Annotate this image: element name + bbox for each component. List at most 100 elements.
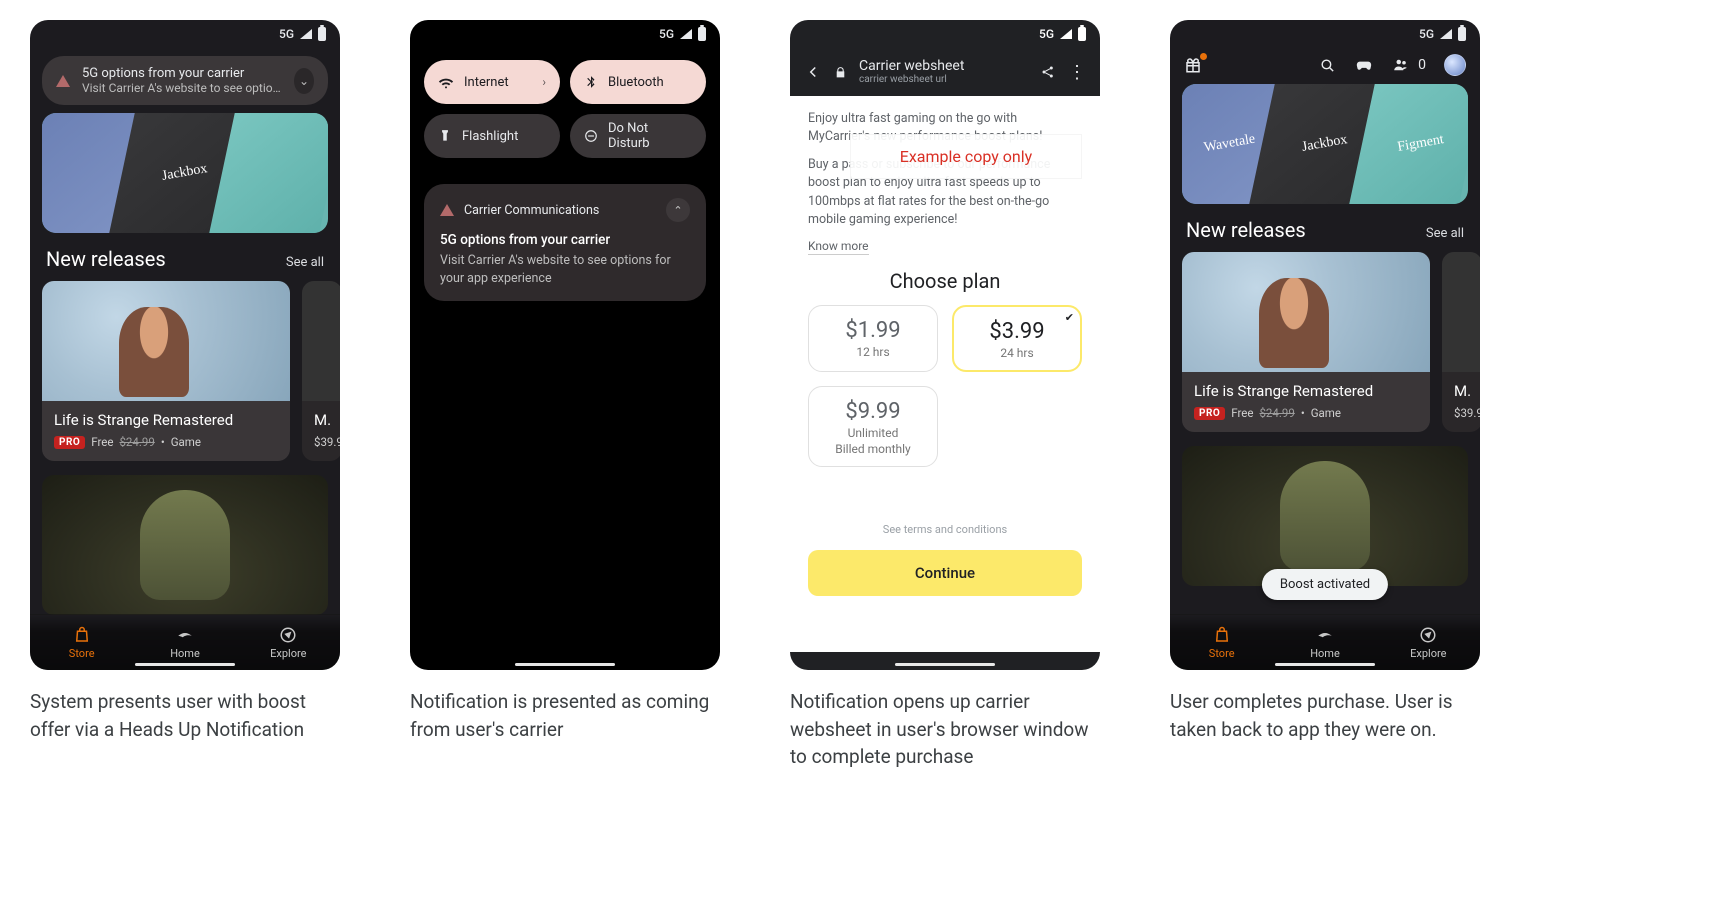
store-top-bar: 0 bbox=[1170, 48, 1480, 78]
stadia-icon bbox=[176, 626, 194, 644]
people-icon bbox=[1392, 56, 1410, 74]
caption-4: User completes purchase. User is taken b… bbox=[1170, 688, 1480, 743]
promo-carousel[interactable]: Wavetale Jackbox Figment bbox=[1182, 84, 1468, 204]
featured-card[interactable] bbox=[42, 475, 328, 615]
plan-option-2[interactable]: ✔ $3.99 24 hrs bbox=[952, 305, 1082, 372]
status-bar: 5G bbox=[1170, 20, 1480, 48]
caption-3: Notification opens up carrier websheet i… bbox=[790, 688, 1100, 771]
notification-app-name: Carrier Communications bbox=[464, 203, 599, 218]
bottom-nav: Store Home Explore bbox=[30, 614, 340, 670]
promo-label-1: Wavetale bbox=[1182, 128, 1278, 160]
nav-label: Explore bbox=[1410, 647, 1446, 660]
expand-chevron-icon[interactable]: ⌄ bbox=[294, 68, 314, 94]
home-indicator[interactable] bbox=[895, 663, 995, 666]
home-indicator[interactable] bbox=[1275, 663, 1375, 666]
example-copy-overlay: Example copy only bbox=[850, 134, 1082, 179]
collapse-chevron-icon[interactable]: ⌃ bbox=[666, 198, 690, 222]
bottom-nav: Store Home Explore bbox=[1170, 614, 1480, 670]
battery-icon bbox=[1078, 27, 1086, 41]
gift-icon[interactable] bbox=[1184, 56, 1202, 74]
compass-icon bbox=[279, 626, 297, 644]
terms-link[interactable]: See terms and conditions bbox=[790, 523, 1100, 536]
signal-icon bbox=[1060, 29, 1072, 39]
hun-subtitle: Visit Carrier A's website to see options… bbox=[82, 81, 282, 95]
stadia-icon bbox=[1316, 626, 1334, 644]
nav-home[interactable]: Home bbox=[1273, 615, 1376, 670]
pro-badge: PRO bbox=[1194, 407, 1225, 420]
nav-home[interactable]: Home bbox=[133, 615, 236, 670]
wifi-icon bbox=[438, 74, 454, 90]
game-tile-life-is-strange[interactable]: Life is Strange Remastered PRO Free $24.… bbox=[1182, 252, 1430, 432]
old-price: $24.99 bbox=[1259, 406, 1294, 420]
qs-dnd[interactable]: Do Not Disturb bbox=[570, 114, 706, 158]
notification-body: Visit Carrier A's website to see options… bbox=[440, 252, 690, 287]
old-price: $24.99 bbox=[119, 435, 154, 449]
caption-2: Notification is presented as coming from… bbox=[410, 688, 720, 743]
promo-label-3: Figment bbox=[1372, 128, 1468, 160]
notification-title: 5G options from your carrier bbox=[440, 232, 690, 248]
game-tile-life-is-strange[interactable]: Life is Strange Remastered PRO Free $24.… bbox=[42, 281, 290, 461]
free-label: Free bbox=[91, 435, 113, 449]
friends-count[interactable]: 0 bbox=[1392, 56, 1426, 74]
game-tile-peek[interactable]: Moto $39.99 bbox=[302, 281, 340, 461]
share-icon[interactable] bbox=[1040, 64, 1056, 80]
see-all-link[interactable]: See all bbox=[286, 255, 324, 270]
compass-icon bbox=[1419, 626, 1437, 644]
boost-activated-toast: Boost activated bbox=[1262, 569, 1388, 600]
back-arrow-icon[interactable] bbox=[804, 63, 822, 81]
qs-bluetooth[interactable]: Bluetooth bbox=[570, 60, 706, 104]
home-indicator[interactable] bbox=[515, 663, 615, 666]
controller-icon[interactable] bbox=[1354, 55, 1374, 75]
nav-explore[interactable]: Explore bbox=[1377, 615, 1480, 670]
game-tile-peek[interactable]: Moto $39.99 bbox=[1442, 252, 1480, 432]
game-title: Life is Strange Remastered bbox=[54, 411, 278, 429]
featured-card[interactable] bbox=[1182, 446, 1468, 586]
plan-option-3[interactable]: $9.99 Unlimited Billed monthly bbox=[808, 386, 938, 467]
hun-title: 5G options from your carrier bbox=[82, 66, 282, 81]
websheet-navbar bbox=[790, 644, 1100, 670]
search-icon[interactable] bbox=[1319, 57, 1336, 74]
signal-icon bbox=[300, 29, 312, 39]
battery-icon bbox=[1458, 27, 1466, 41]
promo-label-1 bbox=[43, 165, 137, 182]
nav-store[interactable]: Store bbox=[30, 615, 133, 670]
status-bar: 5G bbox=[30, 20, 340, 48]
nav-label: Explore bbox=[270, 647, 306, 660]
promo-label-3 bbox=[233, 165, 327, 182]
nav-label: Home bbox=[170, 647, 200, 660]
nav-store[interactable]: Store bbox=[1170, 615, 1273, 670]
overflow-menu-icon[interactable]: ⋮ bbox=[1068, 62, 1086, 83]
plan-duration: Unlimited bbox=[817, 426, 929, 440]
nav-explore[interactable]: Explore bbox=[237, 615, 340, 670]
flashlight-icon bbox=[438, 129, 452, 143]
plan-price: $1.99 bbox=[817, 318, 929, 343]
continue-button[interactable]: Continue bbox=[808, 550, 1082, 596]
promo-carousel[interactable]: Jackbox bbox=[42, 113, 328, 233]
carrier-triangle-icon bbox=[440, 204, 454, 216]
chevron-right-icon: › bbox=[542, 75, 546, 89]
avatar[interactable] bbox=[1444, 54, 1466, 76]
home-indicator[interactable] bbox=[135, 663, 235, 666]
quick-settings: Internet › Bluetooth Flashlight bbox=[410, 48, 720, 166]
qs-flashlight[interactable]: Flashlight bbox=[424, 114, 560, 158]
dnd-icon bbox=[584, 129, 598, 143]
heads-up-notification[interactable]: 5G options from your carrier Visit Carri… bbox=[42, 56, 328, 105]
plan-option-1[interactable]: $1.99 12 hrs bbox=[808, 305, 938, 372]
bag-icon bbox=[1213, 626, 1231, 644]
screenshot-1-store-with-hun: 5G 5G options from your carrier Visit Ca… bbox=[30, 20, 340, 670]
qs-internet[interactable]: Internet › bbox=[424, 60, 560, 104]
game-title: Moto bbox=[314, 411, 330, 429]
nav-label: Store bbox=[1209, 647, 1235, 660]
screenshot-3-carrier-websheet: 5G Carrier websheet carrier websheet url bbox=[790, 20, 1100, 670]
network-label: 5G bbox=[1419, 27, 1434, 41]
carrier-notification[interactable]: Carrier Communications ⌃ 5G options from… bbox=[424, 184, 706, 301]
plan-price: $3.99 bbox=[962, 319, 1072, 344]
screenshot-2-notification-shade: 5G Internet › Bluetooth bbox=[410, 20, 720, 670]
signal-icon bbox=[680, 29, 692, 39]
know-more-link[interactable]: Know more bbox=[808, 239, 869, 255]
qs-label: Do Not Disturb bbox=[608, 121, 692, 151]
signal-icon bbox=[1440, 29, 1452, 39]
friends-number: 0 bbox=[1418, 57, 1426, 73]
see-all-link[interactable]: See all bbox=[1426, 226, 1464, 241]
status-bar: 5G bbox=[790, 20, 1100, 48]
